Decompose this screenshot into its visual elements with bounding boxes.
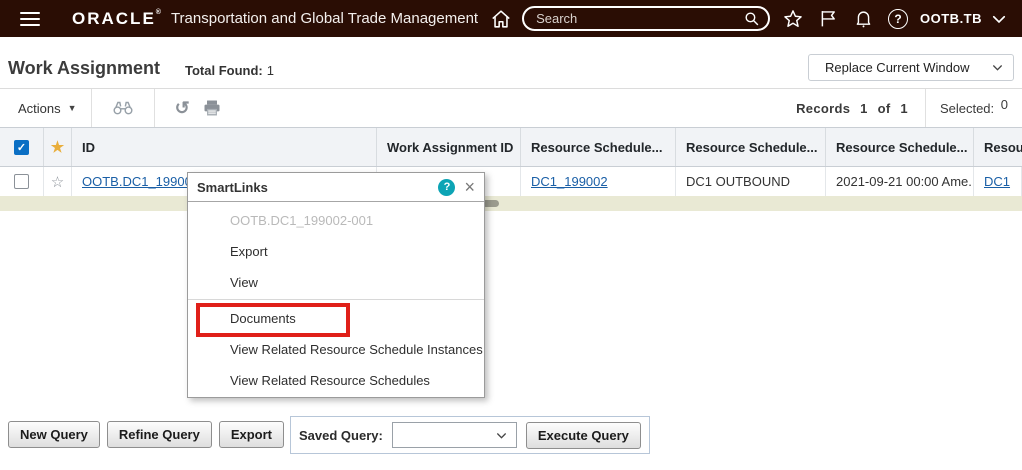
popup-help-icon[interactable]: ? [438,179,455,196]
menu-item-documents[interactable]: Documents [188,303,484,334]
help-icon[interactable]: ? [888,9,908,29]
actions-caret-icon: ▼ [68,103,77,113]
smartlinks-title: SmartLinks [197,180,438,195]
oracle-logo: ORACLE® [72,9,161,29]
menu-item-export[interactable]: Export [188,236,484,267]
total-found: Total Found: 1 [185,63,274,78]
username-label: OOTB.TB [920,11,982,26]
window-mode-select[interactable]: Replace Current Window [808,54,1014,81]
resource-link[interactable]: DC1 [984,174,1010,189]
query-footer: New Query Refine Query Export Saved Quer… [8,421,650,454]
total-found-label: Total Found: [185,63,263,78]
row-resource-schedule-cell-3: 2021-09-21 00:00 Ame... [826,167,974,196]
actions-dropdown-button[interactable]: Actions ▼ [18,101,77,116]
select-chevron-icon [495,429,508,442]
home-icon[interactable] [490,8,512,30]
toolbar-separator [154,89,155,127]
page-header: Work Assignment Total Found: 1 Replace Cu… [0,37,1022,88]
top-navigation-bar: ORACLE® Transportation and Global Trade … [0,0,1022,37]
row-select-cell [0,167,44,196]
search-box[interactable] [522,6,770,31]
flag-icon[interactable] [818,8,839,29]
records-counter: Records 1 of 1 [793,101,911,116]
favorite-star-icon[interactable]: ★ [51,138,64,156]
smartlinks-titlebar: SmartLinks ? × [188,173,484,202]
hamburger-menu-icon[interactable] [20,12,40,26]
row-favorite-cell: ☆ [44,167,72,196]
column-header-work-assignment-id[interactable]: Work Assignment ID [377,128,521,166]
select-chevron-icon [991,61,1004,74]
column-header-resource-schedule-2[interactable]: Resource Schedule... [676,128,826,166]
selected-label: Selected: [940,101,994,116]
column-header-resource-schedule-1[interactable]: Resource Schedule... [521,128,676,166]
registered-mark: ® [156,9,161,16]
table-row: ☆ OOTB.DC1_199002 DC1_199002 DC1 OUTBOUN… [0,167,1022,196]
row-resource-cell: DC1 [974,167,1022,196]
smartlinks-popup: SmartLinks ? × OOTB.DC1_199002-001 Expor… [187,172,485,398]
execute-query-button[interactable]: Execute Query [526,422,641,449]
toolbar-separator [925,89,926,127]
saved-query-select[interactable] [392,422,517,448]
refine-query-button[interactable]: Refine Query [107,421,212,448]
favorite-column-header: ★ [44,128,72,166]
records-total: 1 [900,101,908,116]
row-star-icon[interactable]: ☆ [51,173,64,191]
select-all-cell: ✓ [0,128,44,166]
refresh-icon[interactable]: ↺ [175,99,190,117]
saved-query-group: Saved Query: Execute Query [290,416,650,454]
row-resource-schedule-cell-1: DC1_199002 [521,167,676,196]
notifications-bell-icon[interactable] [853,8,874,29]
select-all-checkbox[interactable]: ✓ [14,140,29,155]
export-button[interactable]: Export [219,421,284,448]
table-header-row: ✓ ★ ID Work Assignment ID Resource Sched… [0,127,1022,167]
records-current: 1 [860,101,868,116]
menu-item-view[interactable]: View [188,267,484,298]
column-header-resource[interactable]: Resou [974,128,1022,166]
search-icon[interactable] [743,10,760,27]
new-query-button[interactable]: New Query [8,421,100,448]
selected-value: 0 [1001,97,1008,112]
resource-schedule-link[interactable]: DC1_199002 [531,174,608,189]
search-input[interactable] [536,11,743,26]
app-title: Transportation and Global Trade Manageme… [171,10,478,27]
row-id-link[interactable]: OOTB.DC1_199002 [82,174,199,189]
row-checkbox[interactable] [14,174,29,189]
popup-close-icon[interactable]: × [464,178,475,196]
menu-divider [188,299,484,300]
smartlinks-menu: OOTB.DC1_199002-001 Export View Document… [188,202,484,396]
menu-item-view-related-resource-schedule-instances[interactable]: View Related Resource Schedule Instances [188,334,484,365]
user-menu[interactable]: OOTB.TB [920,10,1008,28]
menu-item-view-related-resource-schedules[interactable]: View Related Resource Schedules [188,365,484,396]
work-assignment-table: ✓ ★ ID Work Assignment ID Resource Sched… [0,127,1022,196]
column-header-id[interactable]: ID [72,128,377,166]
page-title: Work Assignment [8,58,160,79]
print-icon[interactable] [202,98,222,118]
horizontal-scrollbar[interactable] [0,196,1022,211]
menu-item-object-id: OOTB.DC1_199002-001 [188,205,484,236]
toolbar-separator [91,89,92,127]
row-resource-schedule-cell-2: DC1 OUTBOUND [676,167,826,196]
saved-query-label: Saved Query: [299,428,383,443]
column-header-resource-schedule-3[interactable]: Resource Schedule... [826,128,974,166]
records-label: Records [796,101,850,116]
records-of: of [878,101,891,116]
favorites-star-icon[interactable] [782,8,804,30]
binoculars-search-icon[interactable] [112,99,134,117]
actions-label: Actions [18,101,61,116]
results-toolbar: Actions ▼ ↺ Records 1 of 1 Selected: 0 [0,88,1022,127]
user-chevron-down-icon [990,10,1008,28]
selected-counter: Selected: 0 [940,101,1022,116]
window-mode-value: Replace Current Window [825,60,991,75]
oracle-logo-text: ORACLE [72,9,156,28]
total-found-value: 1 [267,63,274,78]
